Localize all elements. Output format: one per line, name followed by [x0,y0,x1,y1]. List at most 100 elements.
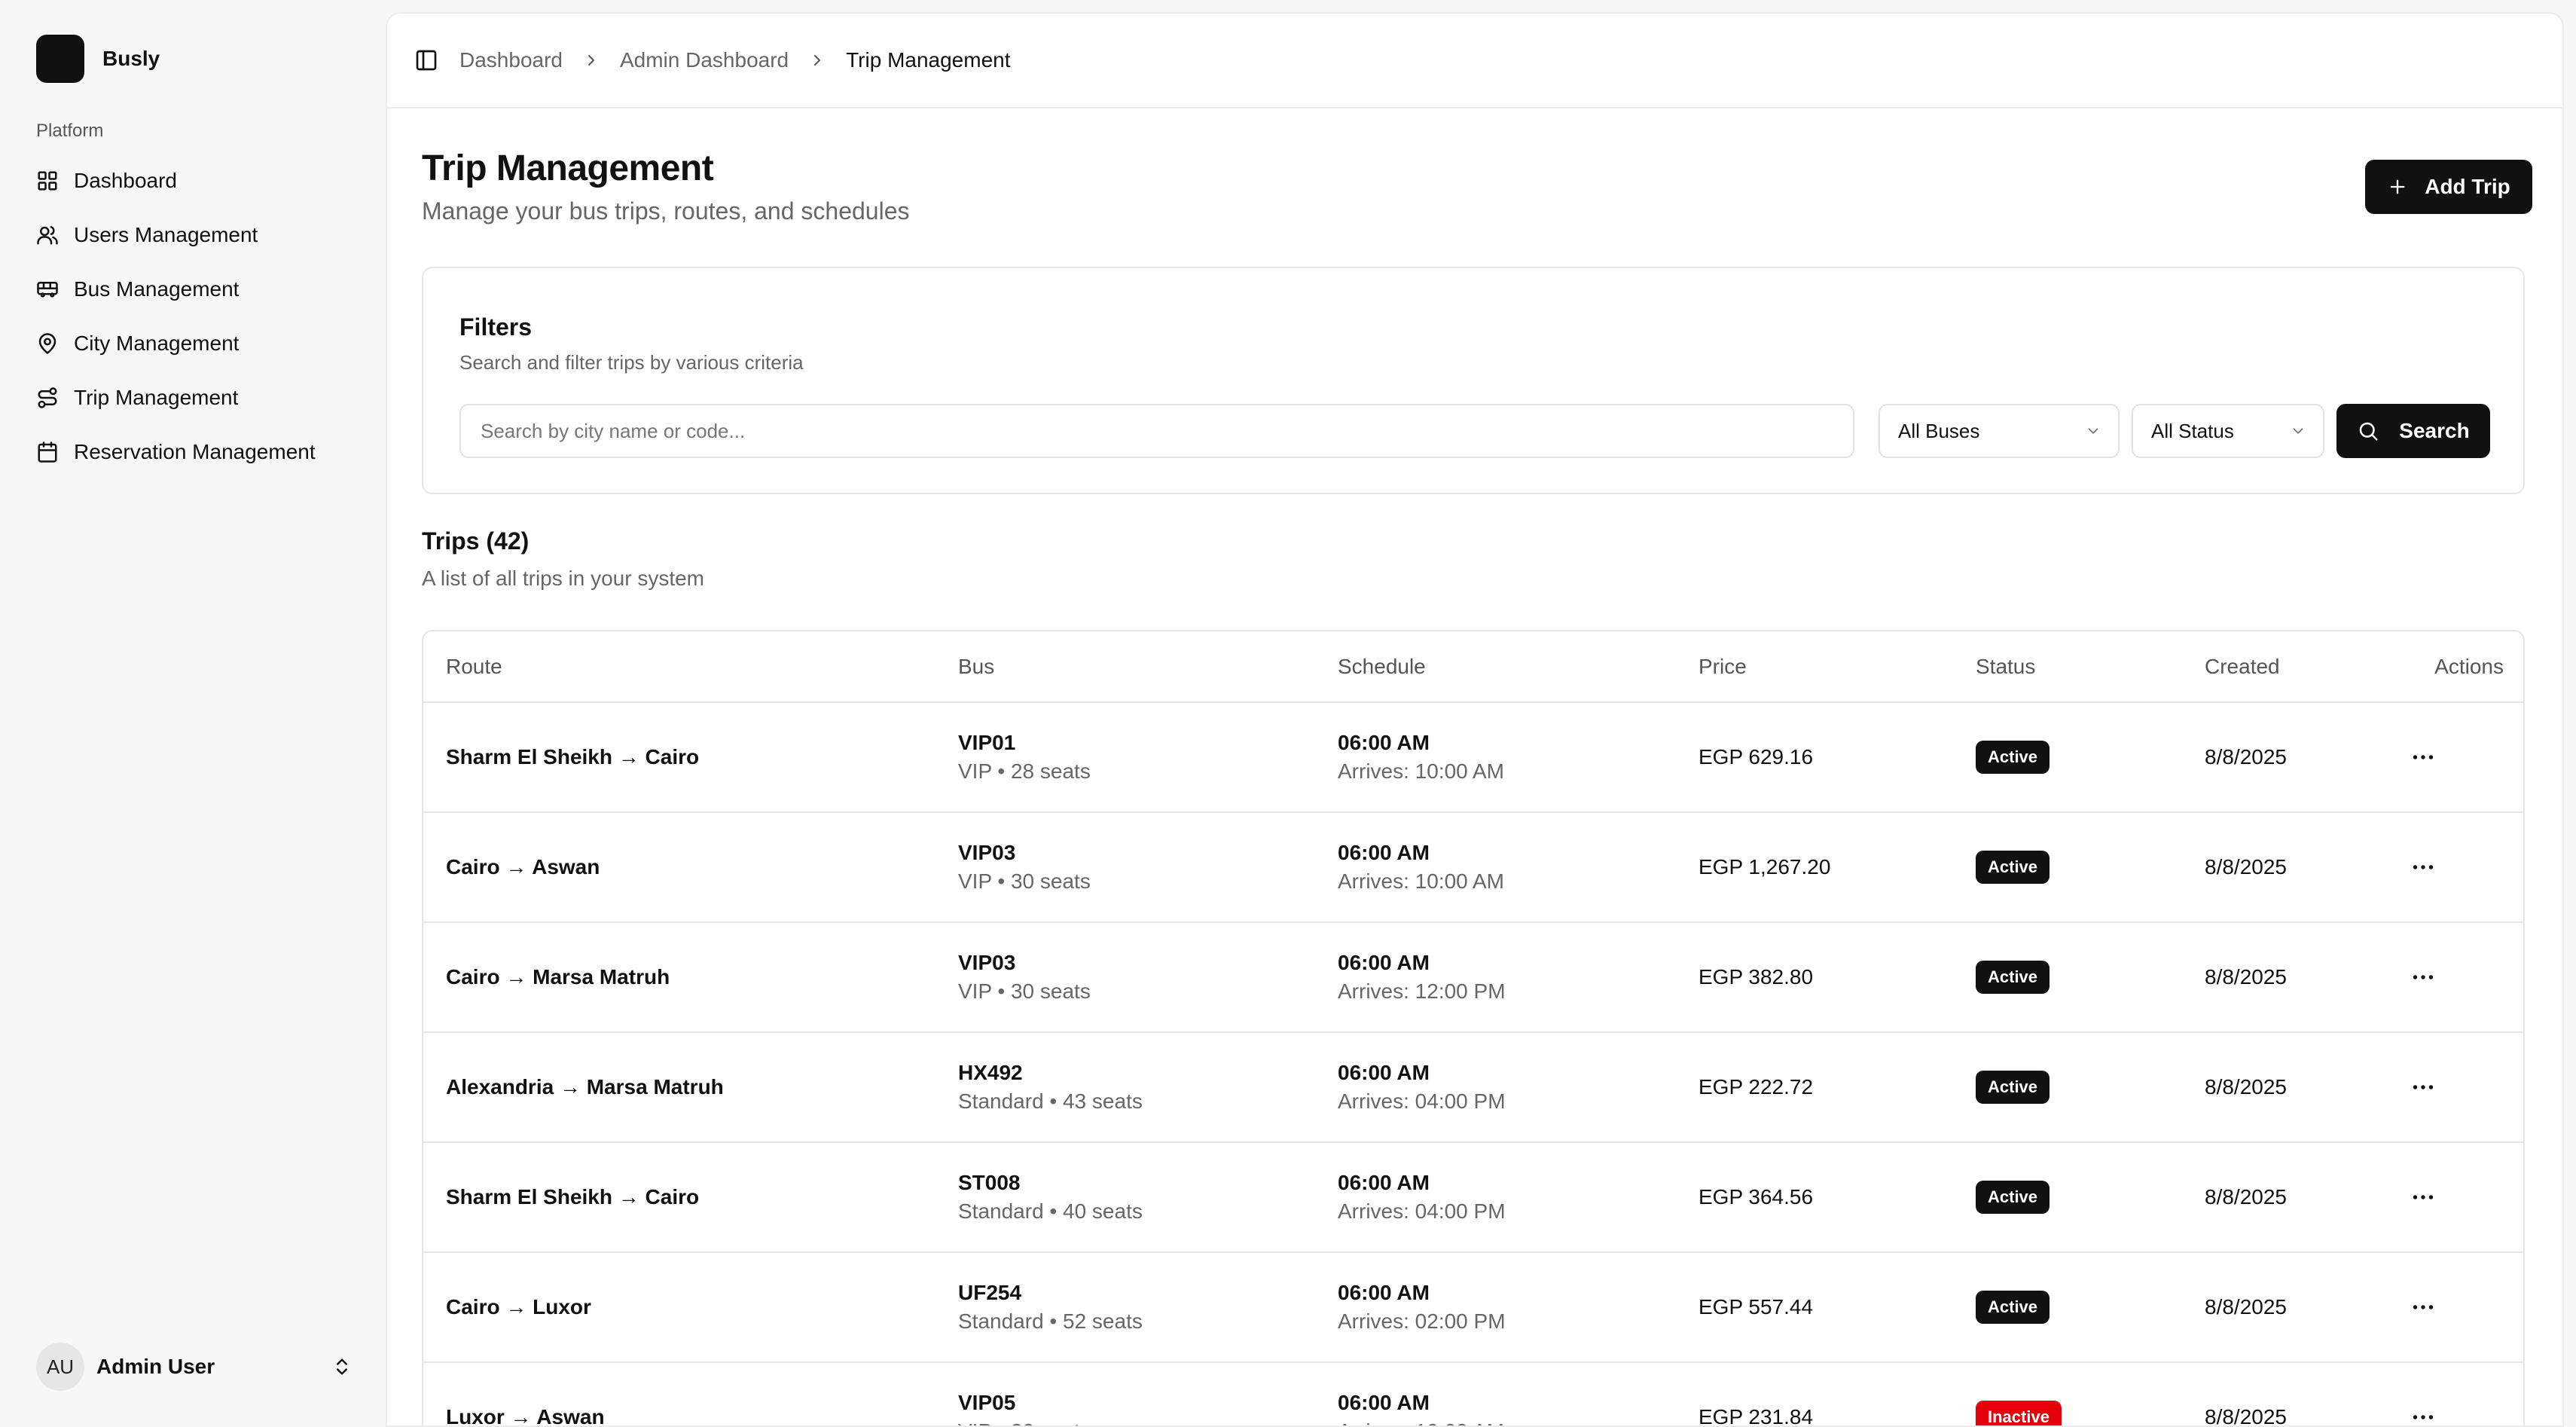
sidebar-nav: Dashboard Users Management Bus Managemen… [36,154,353,479]
sidebar-toggle-icon[interactable] [414,48,438,72]
sidebar-section-label: Platform [36,121,104,141]
table-row[interactable]: Cairo → Aswan VIP03 VIP • 30 seats 06:00 AM… [423,812,2523,923]
created-cell: 8/8/2025 [2205,1405,2287,1427]
table-row[interactable]: Alexandria → Marsa Matruh HX492 Standard •… [423,1032,2523,1143]
add-trip-button[interactable]: Add Trip [2365,160,2532,214]
bus-code: VIP03 [958,841,1016,864]
status-filter-select[interactable]: All Status [2132,404,2324,458]
status-badge: Active [1976,1071,2050,1104]
brand-name: Busly [102,47,160,70]
brand-logo-icon [36,35,84,83]
sidebar-item-buses[interactable]: Bus Management [36,262,353,316]
sidebar-item-label: Users Management [74,223,258,246]
layout-grid-icon [38,171,57,191]
column-header-actions: Actions [2387,631,2523,703]
page-title: Trip Management [422,148,714,188]
more-horizontal-icon[interactable] [2410,964,2437,991]
breadcrumb-dashboard[interactable]: Dashboard [459,48,563,72]
status-filter-value: All Status [2151,419,2234,442]
route-cell: Sharm El Sheikh → Cairo [446,745,700,769]
plus-icon [2390,179,2405,194]
chevron-right-icon [814,55,821,66]
price-cell: EGP 231.84 [1699,1405,1814,1427]
bus-details: VIP • 28 seats [958,759,1091,783]
created-cell: 8/8/2025 [2205,1075,2287,1099]
departure-time: 06:00 AM [1338,1281,1430,1304]
created-cell: 8/8/2025 [2205,1295,2287,1319]
brand[interactable]: Busly [36,35,160,83]
price-cell: EGP 1,267.20 [1699,855,1831,879]
sidebar-item-dashboard[interactable]: Dashboard [36,154,353,208]
page-subtitle: Manage your bus trips, routes, and sched… [422,197,910,225]
departure-time: 06:00 AM [1338,841,1430,864]
bus-filter-select[interactable]: All Buses [1879,404,2120,458]
column-header-created: Created [2182,631,2387,703]
table-row[interactable]: Sharm El Sheikh → Cairo VIP01 VIP • 28 sea… [423,702,2523,813]
departure-time: 06:00 AM [1338,731,1430,754]
bus-details: Standard • 40 seats [958,1199,1143,1223]
column-header-bus: Bus [935,631,1315,703]
more-horizontal-icon[interactable] [2410,744,2437,771]
more-horizontal-icon[interactable] [2410,854,2437,881]
sidebar-item-users[interactable]: Users Management [36,208,353,262]
route-cell: Cairo → Luxor [446,1295,591,1319]
arrival-time: Arrives: 04:00 PM [1338,1199,1506,1223]
bus-code: VIP01 [958,731,1016,754]
arrival-time: Arrives: 10:00 AM [1338,869,1504,893]
search-input[interactable] [459,404,1854,458]
table-row[interactable]: Cairo → Luxor UF254 Standard • 52 seats 06:… [423,1252,2523,1363]
created-cell: 8/8/2025 [2205,965,2287,989]
search-button[interactable]: Search [2336,404,2490,458]
route-cell: Cairo → Marsa Matruh [446,965,670,989]
route-icon [38,387,57,408]
bus-details: Standard • 43 seats [958,1089,1143,1113]
column-header-route: Route [423,631,935,703]
arrival-time: Arrives: 10:00 AM [1338,759,1504,783]
bus-code: UF254 [958,1281,1022,1304]
status-badge: Active [1976,961,2050,994]
users-icon [37,226,58,245]
avatar: AU [36,1343,84,1391]
bus-details: VIP • 30 seats [958,869,1091,893]
trips-subtitle: A list of all trips in your system [422,567,705,590]
status-badge: Active [1976,1181,2050,1214]
topbar: Dashboard Admin Dashboard Trip Managemen… [387,14,2562,108]
sidebar-item-cities[interactable]: City Management [36,316,353,371]
price-cell: EGP 382.80 [1699,965,1814,989]
sidebar-item-reservations[interactable]: Reservation Management [36,425,353,479]
user-menu[interactable]: AU Admin User [36,1341,353,1392]
bus-details: VIP • 30 seats [958,979,1091,1003]
price-cell: EGP 364.56 [1699,1185,1814,1209]
bus-code: VIP05 [958,1391,1016,1414]
sidebar-item-label: Dashboard [74,169,177,192]
bus-details: Standard • 52 seats [958,1309,1143,1333]
bus-code: VIP03 [958,951,1016,974]
more-horizontal-icon[interactable] [2410,1074,2437,1101]
created-cell: 8/8/2025 [2205,745,2287,769]
column-header-schedule: Schedule [1315,631,1676,703]
search-icon [2360,422,2378,441]
sidebar-item-trips[interactable]: Trip Management [36,371,353,425]
bus-code: ST008 [958,1171,1021,1194]
more-horizontal-icon[interactable] [2410,1404,2437,1427]
created-cell: 8/8/2025 [2205,855,2287,879]
departure-time: 06:00 AM [1338,1171,1430,1194]
chevrons-up-down-icon [337,1358,347,1375]
filters-card: Filters Search and filter trips by vario… [422,267,2525,494]
route-cell: Luxor → Aswan [446,1405,605,1427]
table-row[interactable]: Sharm El Sheikh → Cairo ST008 Standard • 4… [423,1142,2523,1253]
add-trip-label: Add Trip [2425,175,2510,198]
arrival-time: Arrives: 02:00 PM [1338,1309,1506,1333]
breadcrumb-admin-dashboard[interactable]: Admin Dashboard [620,48,789,72]
status-badge: Active [1976,851,2050,884]
arrival-time: Arrives: 04:00 PM [1338,1089,1506,1113]
main-panel: Dashboard Admin Dashboard Trip Managemen… [386,12,2564,1427]
chevron-right-icon [588,55,594,66]
more-horizontal-icon[interactable] [2410,1294,2437,1321]
column-header-status: Status [1953,631,2182,703]
table-row[interactable]: Luxor → Aswan VIP05 VIP • 30 seats 06:00 AM… [423,1362,2523,1427]
arrival-time: Arrives: 10:00 AM [1338,1417,1676,1425]
departure-time: 06:00 AM [1338,951,1430,974]
more-horizontal-icon[interactable] [2410,1184,2437,1211]
table-row[interactable]: Cairo → Marsa Matruh VIP03 VIP • 30 seats 0… [423,922,2523,1033]
